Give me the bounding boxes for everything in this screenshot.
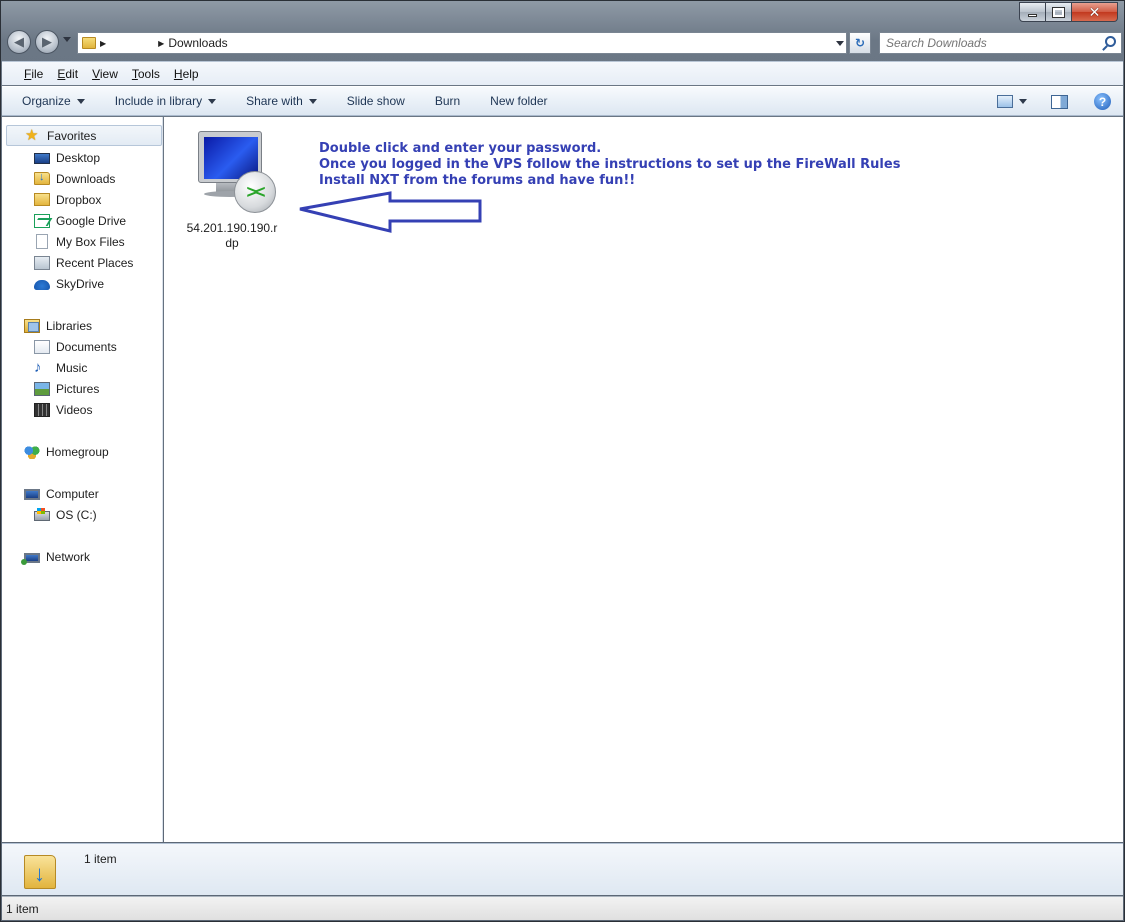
details-item-count: 1 item bbox=[84, 852, 117, 866]
nav-item-my-box-files[interactable]: My Box Files bbox=[34, 231, 125, 252]
status-bar: 1 item bbox=[2, 896, 1123, 920]
film-strip-icon bbox=[34, 402, 50, 417]
search-icon[interactable] bbox=[1105, 36, 1116, 47]
caption-buttons: ✕ bbox=[1019, 2, 1118, 22]
breadcrumb-user-segment[interactable] bbox=[110, 36, 155, 50]
breadcrumb-chevron-icon[interactable]: ▶ bbox=[158, 39, 164, 48]
dropbox-folder-icon bbox=[34, 193, 50, 206]
menu-tools[interactable]: Tools bbox=[132, 67, 160, 81]
annotation-line: Double click and enter your password. bbox=[319, 141, 602, 156]
close-button[interactable]: ✕ bbox=[1072, 2, 1118, 22]
instruction-annotation: Double click and enter your password. On… bbox=[319, 141, 900, 189]
help-icon[interactable]: ? bbox=[1094, 93, 1111, 110]
recent-places-icon bbox=[34, 255, 50, 270]
downloads-folder-icon bbox=[34, 171, 50, 185]
nav-item-dropbox[interactable]: Dropbox bbox=[34, 189, 101, 210]
details-pane: ↓ 1 item bbox=[2, 843, 1123, 895]
search-box[interactable] bbox=[879, 32, 1122, 54]
network-icon bbox=[21, 552, 40, 565]
refresh-icon: ↻ bbox=[854, 36, 866, 50]
remote-desktop-icon: >< bbox=[186, 127, 278, 219]
view-controls: ? bbox=[997, 93, 1111, 110]
new-folder-button[interactable]: New folder bbox=[490, 94, 547, 108]
download-arrow-icon: ↓ bbox=[34, 861, 45, 886]
chevron-down-icon bbox=[208, 98, 217, 104]
google-drive-icon bbox=[34, 213, 50, 228]
file-list-view: >< 54.201.190.190.rdp Double click and e… bbox=[164, 117, 1123, 842]
maximize-button[interactable] bbox=[1046, 2, 1072, 22]
nav-libraries[interactable]: Libraries bbox=[2, 315, 163, 336]
file-item[interactable]: >< 54.201.190.190.rdp bbox=[182, 127, 282, 251]
chevron-down-icon bbox=[308, 98, 317, 104]
nav-computer[interactable]: Computer bbox=[2, 483, 163, 504]
recent-pages-dropdown[interactable] bbox=[63, 37, 71, 42]
menu-file[interactable]: File bbox=[24, 67, 43, 81]
burn-button[interactable]: Burn bbox=[435, 94, 460, 108]
nav-item-downloads[interactable]: Downloads bbox=[34, 168, 115, 189]
maximize-icon bbox=[1052, 6, 1065, 18]
preview-pane-icon[interactable] bbox=[1051, 94, 1068, 109]
annotation-line: Once you logged in the VPS follow the in… bbox=[319, 157, 901, 172]
close-icon: ✕ bbox=[1088, 3, 1101, 20]
breadcrumb-downloads[interactable]: Downloads bbox=[168, 36, 227, 50]
explorer-window: ✕ ◀ ▶ ▶ ▶ Downloads ↻ File Edit View Too… bbox=[0, 0, 1125, 922]
nav-item-desktop[interactable]: Desktop bbox=[34, 147, 100, 168]
remote-connection-badge-icon: >< bbox=[234, 171, 276, 213]
file-name[interactable]: 54.201.190.190.rdp bbox=[184, 221, 280, 251]
menu-bar: File Edit View Tools Help bbox=[2, 61, 1123, 85]
back-arrow-icon: ◀ bbox=[14, 34, 24, 49]
change-view-icon[interactable] bbox=[997, 95, 1013, 108]
minimize-icon bbox=[1028, 13, 1037, 17]
view-options-dropdown[interactable] bbox=[1019, 99, 1027, 104]
drive-icon bbox=[34, 508, 50, 521]
search-input[interactable] bbox=[880, 33, 1090, 53]
menu-edit[interactable]: Edit bbox=[57, 67, 78, 81]
annotation-arrow-icon bbox=[299, 191, 482, 233]
minimize-button[interactable] bbox=[1019, 2, 1046, 22]
annotation-line: Install NXT from the forums and have fun… bbox=[319, 173, 636, 188]
desktop-icon bbox=[34, 153, 50, 164]
nav-item-pictures[interactable]: Pictures bbox=[34, 378, 99, 399]
computer-icon bbox=[24, 488, 40, 500]
nav-item-google-drive[interactable]: Google Drive bbox=[34, 210, 126, 231]
chevron-down-icon bbox=[76, 98, 85, 104]
downloads-folder-icon: ↓ bbox=[24, 851, 56, 889]
star-icon: ★ bbox=[25, 126, 39, 144]
navigation-pane: ★Favorites Desktop Downloads Dropbox Goo… bbox=[2, 117, 163, 842]
menu-view[interactable]: View bbox=[92, 67, 118, 81]
nav-item-os-c[interactable]: OS (C:) bbox=[34, 504, 97, 525]
include-in-library-button[interactable]: Include in library bbox=[115, 94, 217, 108]
skydrive-cloud-icon bbox=[34, 280, 50, 290]
nav-network[interactable]: Network bbox=[2, 546, 163, 567]
organize-button[interactable]: Organize bbox=[22, 94, 85, 108]
menu-help[interactable]: Help bbox=[174, 67, 199, 81]
forward-arrow-icon: ▶ bbox=[42, 34, 52, 49]
breadcrumb-chevron-icon[interactable]: ▶ bbox=[100, 39, 106, 48]
address-dropdown-icon[interactable] bbox=[836, 41, 844, 46]
downloads-folder-icon bbox=[82, 37, 96, 49]
nav-homegroup[interactable]: Homegroup bbox=[2, 441, 163, 462]
slide-show-button[interactable]: Slide show bbox=[347, 94, 405, 108]
status-item-count: 1 item bbox=[6, 901, 39, 916]
forward-button[interactable]: ▶ bbox=[35, 30, 59, 54]
command-bar: Organize Include in library Share with S… bbox=[2, 86, 1123, 116]
share-with-button[interactable]: Share with bbox=[246, 94, 317, 108]
nav-item-music[interactable]: ♪ Music bbox=[34, 357, 87, 378]
refresh-button[interactable]: ↻ bbox=[849, 32, 871, 54]
documents-icon bbox=[34, 339, 50, 354]
address-bar[interactable]: ▶ ▶ Downloads bbox=[77, 32, 847, 54]
music-note-icon: ♪ bbox=[34, 358, 42, 376]
homegroup-icon bbox=[24, 444, 40, 459]
navigation-row: ◀ ▶ ▶ ▶ Downloads ↻ bbox=[5, 29, 1122, 57]
nav-item-documents[interactable]: Documents bbox=[34, 336, 117, 357]
libraries-icon bbox=[24, 318, 40, 333]
nav-item-recent-places[interactable]: Recent Places bbox=[34, 252, 133, 273]
pictures-icon bbox=[34, 381, 50, 396]
back-button[interactable]: ◀ bbox=[7, 30, 31, 54]
nav-item-videos[interactable]: Videos bbox=[34, 399, 92, 420]
nav-favorites[interactable]: ★ Favorites bbox=[6, 125, 162, 146]
document-icon bbox=[36, 234, 48, 249]
nav-item-skydrive[interactable]: SkyDrive bbox=[34, 273, 104, 294]
